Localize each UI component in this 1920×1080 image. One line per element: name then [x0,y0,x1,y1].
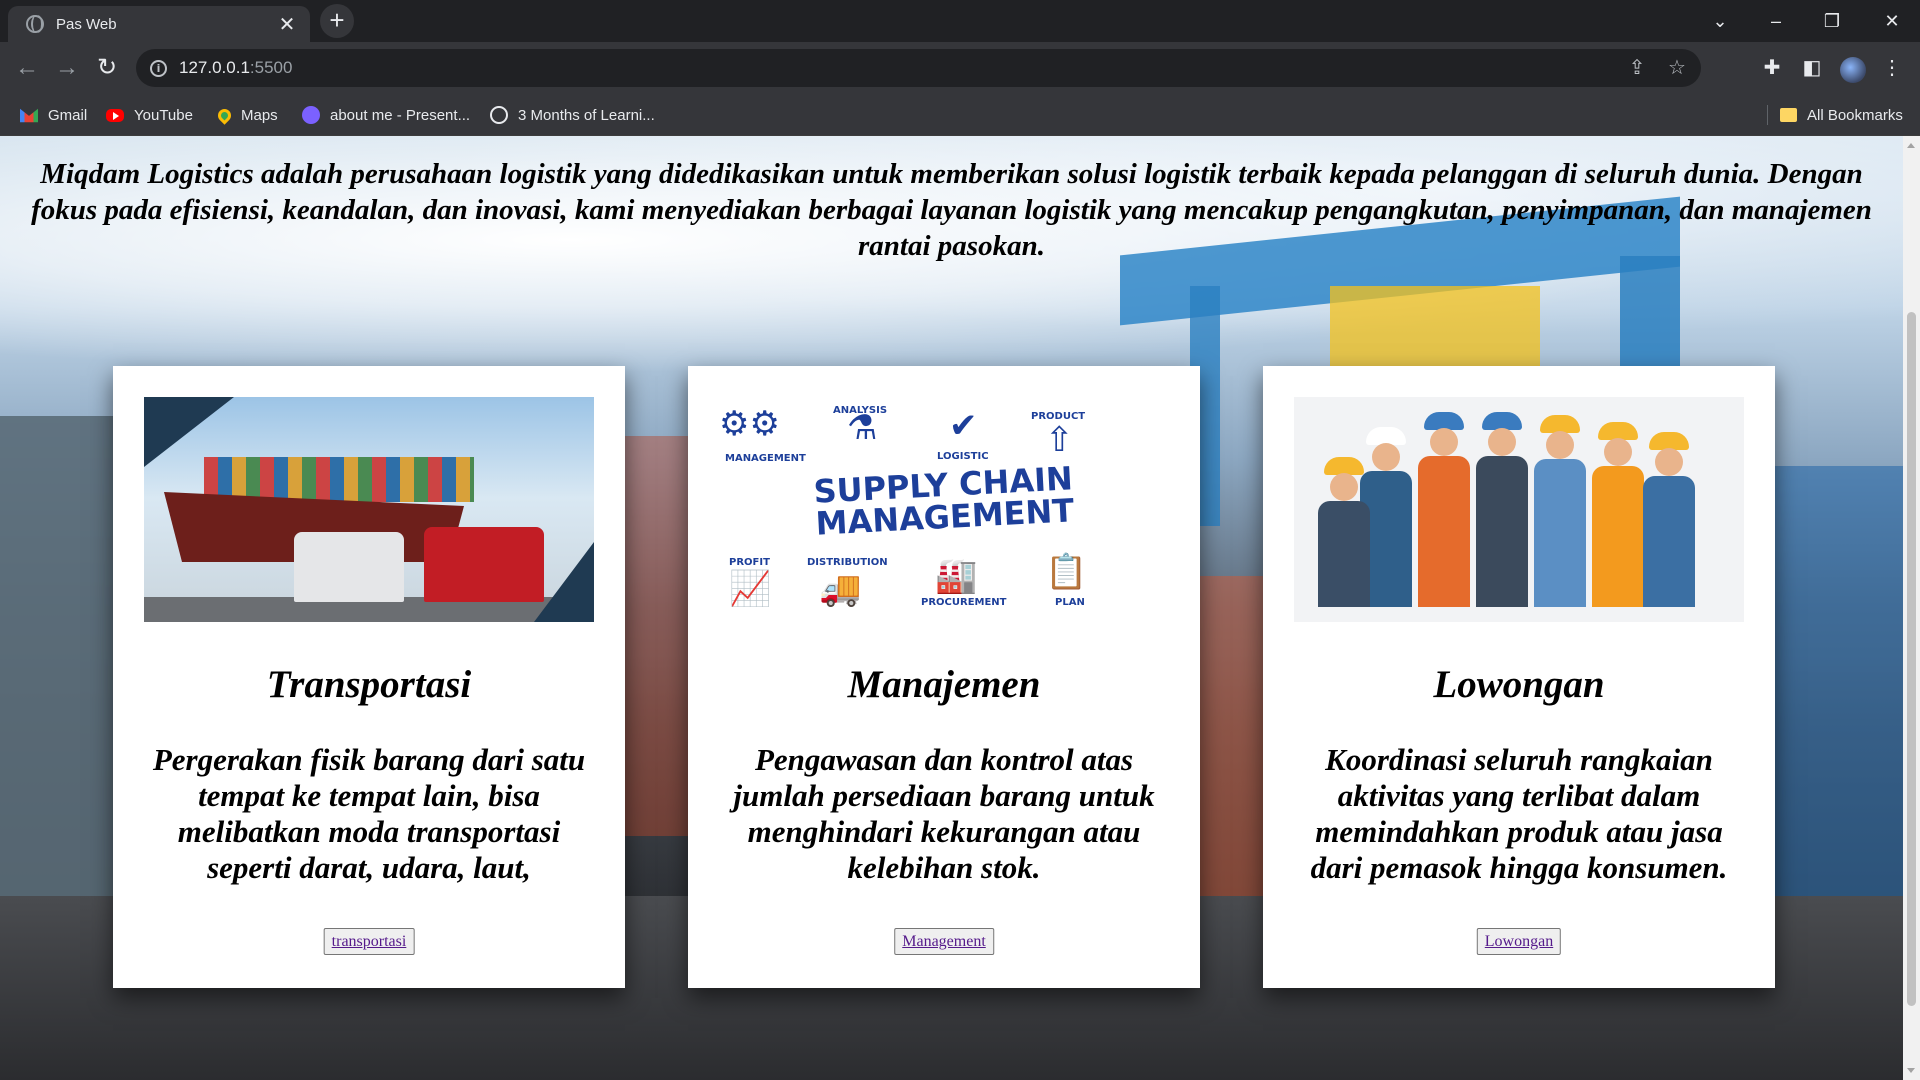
bookmarks-bar: Gmail YouTube Maps about me - Present...… [0,94,1920,136]
bookmark-youtube[interactable]: YouTube [106,94,193,136]
background-truck [0,416,120,916]
globe-icon [26,15,44,33]
scroll-thumb[interactable] [1907,312,1916,1006]
tab-search-icon[interactable]: ⌄ [1692,0,1748,42]
microscope-icon: ⚗ [847,408,878,448]
service-card-manajemen: ⚙⚙ MANAGEMENT ⚗ ANALYSIS ✔ LOGISTIC PROD… [688,366,1200,988]
background-container [1760,466,1903,896]
presentation-icon [302,106,320,124]
scm-label: PROCUREMENT [921,597,1007,608]
factory-icon: 🏭 [935,556,978,596]
scm-label: MANAGEMENT [725,453,806,464]
share-icon[interactable]: ⇪ [1625,56,1649,80]
restore-button[interactable]: ❐ [1804,0,1860,42]
transportasi-button[interactable]: transportasi [323,928,415,955]
close-window-button[interactable]: ✕ [1864,0,1920,42]
all-bookmarks-label: All Bookmarks [1807,106,1903,124]
browser-tab[interactable]: Pas Web ✕ [8,6,310,42]
tab-title: Pas Web [56,15,117,33]
new-tab-button[interactable]: + [320,4,354,38]
bookmark-label: about me - Present... [330,106,471,124]
reload-button[interactable]: ↻ [92,54,122,84]
forward-button[interactable]: → [52,54,82,84]
card-description: Koordinasi seluruh rangkaian aktivitas y… [1310,742,1728,885]
lowongan-link[interactable]: Lowongan [1485,933,1553,950]
url-port: :5500 [249,58,293,77]
folder-icon [1780,108,1797,122]
bar-chart-icon: 📈 [729,569,772,609]
extensions-icon[interactable]: ✚ [1760,56,1784,80]
lowongan-button[interactable]: Lowongan [1476,928,1562,955]
card-title: Transportasi [266,663,472,706]
check-badge-icon: ✔ [949,406,978,446]
side-panel-icon[interactable]: ◧ [1800,56,1824,80]
bookmarks-divider [1767,105,1768,125]
scm-label: LOGISTIC [937,451,989,462]
bookmark-label: Gmail [48,106,88,124]
close-tab-icon[interactable]: ✕ [276,12,298,37]
scm-label: PROFIT [729,557,770,568]
all-bookmarks-folder[interactable]: All Bookmarks [1780,94,1903,136]
scm-label: DISTRIBUTION [807,557,888,568]
workers-image [1294,397,1744,622]
gmail-icon [20,108,38,123]
up-arrow-icon: ⇧ [1045,420,1074,460]
address-bar[interactable]: i 127.0.0.1:5500 ⇪ ☆ [136,49,1701,87]
minimize-button[interactable]: – [1748,0,1804,42]
card-description: Pergerakan fisik barang dari satu tempat… [152,742,586,885]
card-title: Manajemen [847,663,1041,706]
back-button[interactable]: ← [12,54,42,84]
service-card-transportasi: Transportasi Pergerakan fisik barang dar… [113,366,625,988]
scroll-up-arrow-icon[interactable] [1907,143,1915,148]
menu-icon[interactable]: ⋮ [1880,56,1904,80]
scm-headline: SUPPLY CHAIN MANAGEMENT [719,457,1169,544]
site-info-icon[interactable]: i [150,59,167,77]
transportasi-link[interactable]: transportasi [332,933,407,950]
gears-icon: ⚙⚙ [719,404,780,444]
management-button[interactable]: Management [894,928,994,955]
scroll-down-arrow-icon[interactable] [1907,1068,1915,1073]
scm-label: PLAN [1055,597,1085,608]
card-description: Pengawasan dan kontrol atas jumlah perse… [733,742,1155,885]
truck-icon: 🚚 [819,569,862,609]
bookmark-label: 3 Months of Learni... [518,106,655,124]
page-viewport: Miqdam Logistics adalah perusahaan logis… [0,136,1903,1080]
card-title: Lowongan [1433,663,1605,706]
supply-chain-image: ⚙⚙ MANAGEMENT ⚗ ANALYSIS ✔ LOGISTIC PROD… [719,397,1169,622]
browser-toolbar: ← → ↻ i 127.0.0.1:5500 ⇪ ☆ ✚ ◧ ⋮ [0,42,1920,94]
bookmark-gmail[interactable]: Gmail [20,94,87,136]
bookmark-label: YouTube [134,106,193,124]
maps-icon [215,105,234,125]
vertical-scrollbar[interactable] [1903,136,1920,1080]
service-card-lowongan: Lowongan Koordinasi seluruh rangkaian ak… [1263,366,1775,988]
management-link[interactable]: Management [902,933,986,950]
clipboard-icon: 📋 [1045,552,1088,592]
bookmark-star-icon[interactable]: ☆ [1665,56,1689,80]
tab-strip: Pas Web ✕ + ⌄ – ❐ ✕ [0,0,1920,42]
scm-label: ANALYSIS [833,405,888,416]
url-host: 127.0.0.1 [179,58,250,77]
bookmark-maps[interactable]: Maps [215,94,278,136]
bookmark-3-months[interactable]: 3 Months of Learni... [490,94,655,136]
bookmark-label: Maps [241,106,278,124]
intro-paragraph: Miqdam Logistics adalah perusahaan logis… [31,158,1872,262]
profile-avatar[interactable] [1840,57,1866,83]
globe-icon [490,106,508,124]
transport-image [144,397,594,622]
bookmark-about-me[interactable]: about me - Present... [302,94,470,136]
youtube-icon [106,108,124,122]
